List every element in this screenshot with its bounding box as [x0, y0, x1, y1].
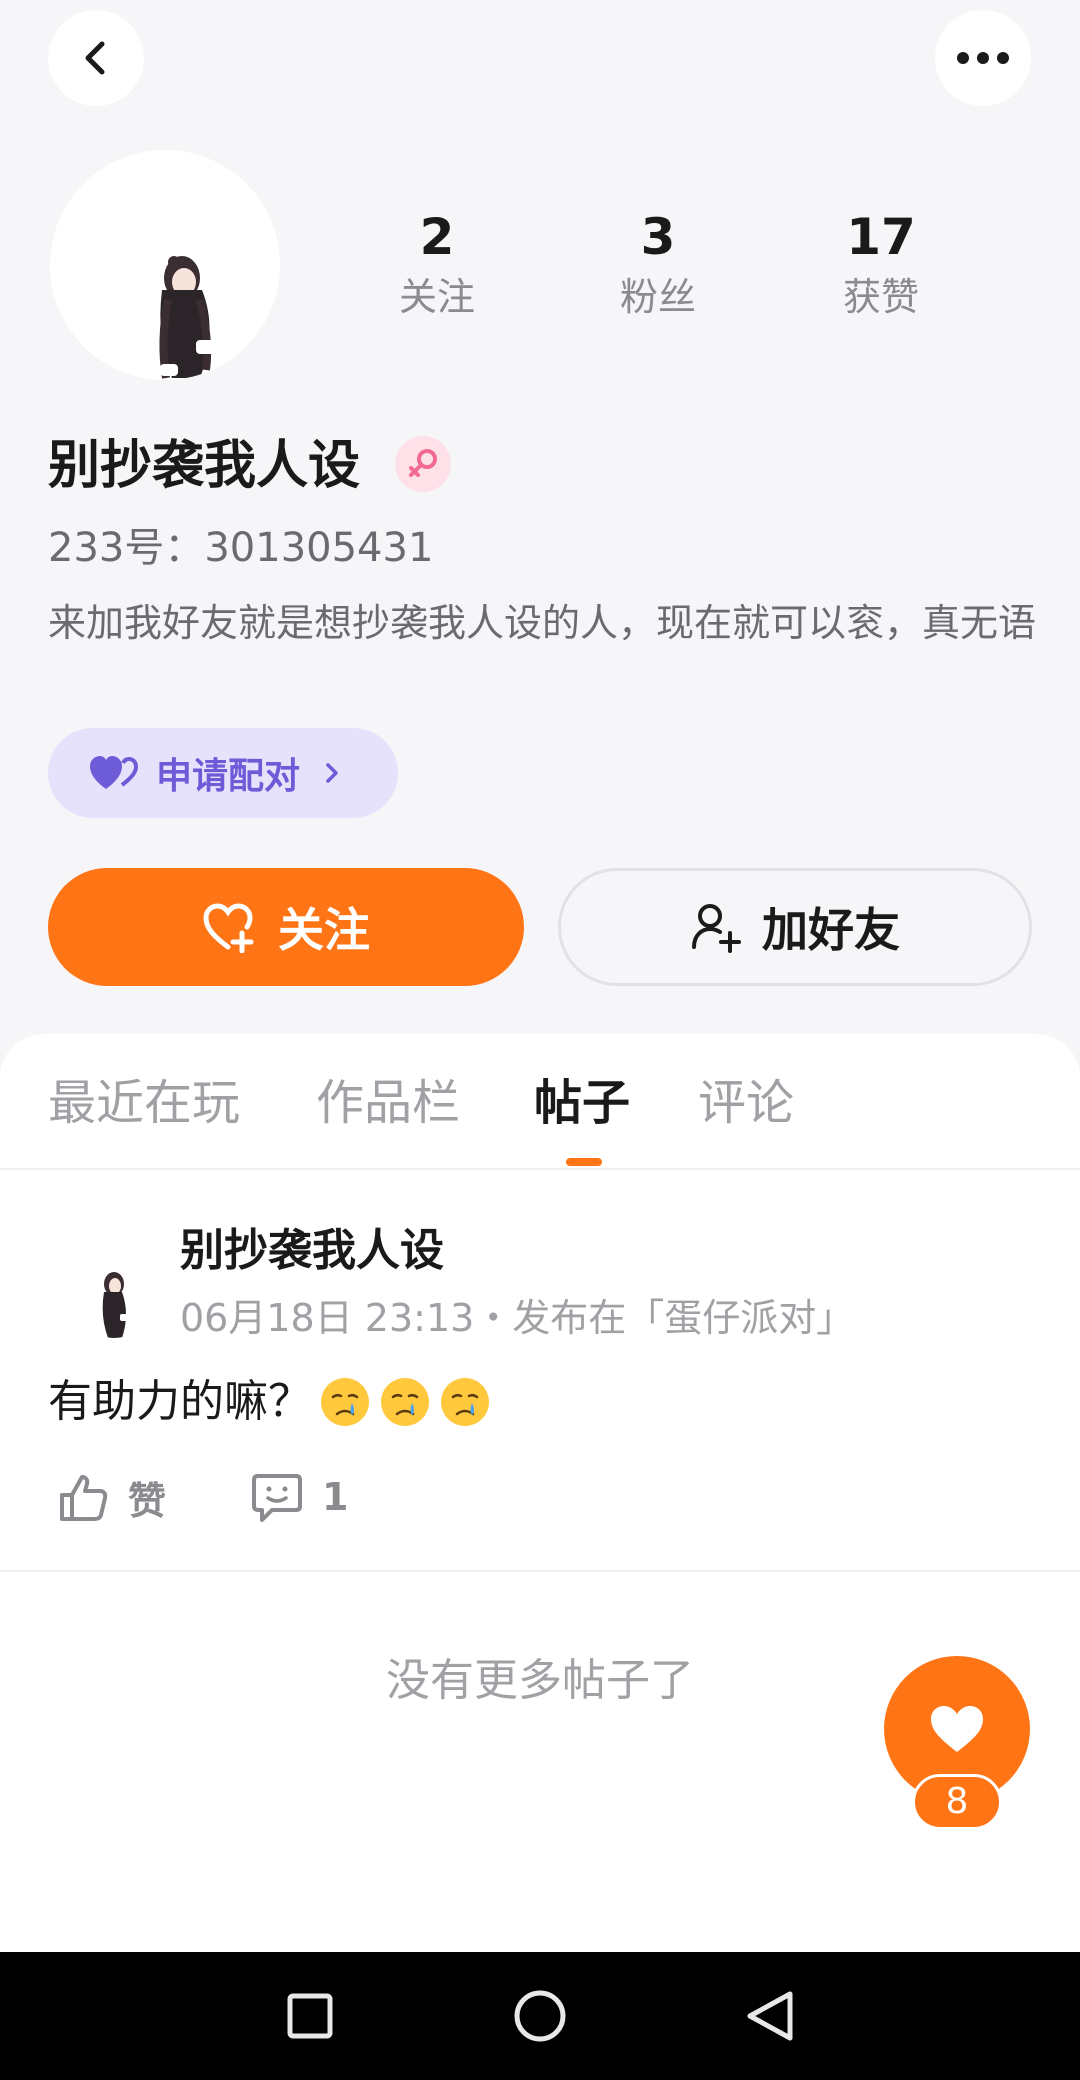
- anime-girl-avatar-icon: [102, 1272, 130, 1338]
- followers-label: 粉丝: [619, 275, 696, 319]
- recent-apps-icon[interactable]: [286, 1992, 334, 2040]
- post-author-avatar[interactable]: [76, 1262, 152, 1338]
- post-body[interactable]: 有助力的嘛？: [48, 1370, 492, 1434]
- apply-pair-label: 申请配对: [156, 756, 301, 797]
- chevron-right-icon: [326, 763, 338, 783]
- comment-button[interactable]: 1: [250, 1470, 348, 1524]
- like-button[interactable]: 赞: [56, 1470, 166, 1525]
- back-icon[interactable]: [744, 1988, 796, 2044]
- post-meta: 06月18日 23:13・发布在「蛋仔派对」: [180, 1296, 855, 1340]
- tab-comments[interactable]: 评论: [698, 1070, 794, 1136]
- likes-count: 17: [846, 208, 916, 266]
- add-friend-button[interactable]: 加好友: [558, 868, 1032, 986]
- tab-active-indicator: [566, 1158, 602, 1166]
- post-author-name[interactable]: 别抄袭我人设: [180, 1220, 444, 1282]
- system-navigation-bar: [0, 1952, 1080, 2080]
- crying-face-emoji: [321, 1378, 369, 1426]
- heart-plus-icon: [203, 903, 254, 953]
- more-button[interactable]: [935, 10, 1031, 106]
- chevron-left-icon: [85, 41, 105, 75]
- anime-girl-avatar-icon: [50, 150, 280, 380]
- back-button[interactable]: [48, 10, 144, 106]
- gender-badge: [395, 436, 451, 492]
- follow-label: 关注: [278, 903, 370, 957]
- likes-label: 获赞: [842, 275, 919, 319]
- home-icon[interactable]: [512, 1988, 568, 2044]
- post-divider: [0, 1570, 1080, 1572]
- tab-posts[interactable]: 帖子: [534, 1070, 630, 1136]
- add-user-icon: [692, 904, 741, 953]
- crying-face-emoji: [381, 1378, 429, 1426]
- floating-like-count: 8: [912, 1774, 1002, 1830]
- apply-pair-button[interactable]: 申请配对: [48, 728, 398, 818]
- more-horizontal-icon: [957, 52, 1009, 64]
- crying-face-emoji: [441, 1378, 489, 1426]
- add-friend-label: 加好友: [762, 903, 900, 957]
- follow-button[interactable]: 关注: [48, 868, 524, 986]
- profile-nickname: 别抄袭我人设: [48, 436, 361, 496]
- user-id: 233号：301305431: [48, 525, 434, 571]
- post-text: 有助力的嘛？: [48, 1376, 312, 1427]
- following-label: 关注: [398, 275, 475, 319]
- profile-bio: 来加我好友就是想抄袭我人设的人，现在就可以衮，真无语: [48, 601, 1037, 645]
- tab-works[interactable]: 作品栏: [316, 1070, 460, 1136]
- followers-count: 3: [640, 208, 676, 266]
- followers-stat[interactable]: 3 粉丝: [578, 212, 738, 316]
- thumbs-up-icon: [60, 1474, 108, 1521]
- tab-recently-played[interactable]: 最近在玩: [48, 1070, 240, 1136]
- tab-divider: [0, 1168, 1080, 1170]
- heart-icon: [931, 1706, 983, 1752]
- likes-stat[interactable]: 17 获赞: [801, 212, 961, 316]
- profile-avatar[interactable]: [50, 150, 280, 380]
- comment-count: 1: [322, 1475, 349, 1519]
- following-stat[interactable]: 2 关注: [357, 212, 517, 316]
- female-icon: [409, 449, 437, 477]
- following-count: 2: [419, 208, 455, 266]
- double-heart-icon: [90, 756, 138, 789]
- comment-smile-icon: [252, 1474, 302, 1522]
- like-label: 赞: [128, 1479, 167, 1523]
